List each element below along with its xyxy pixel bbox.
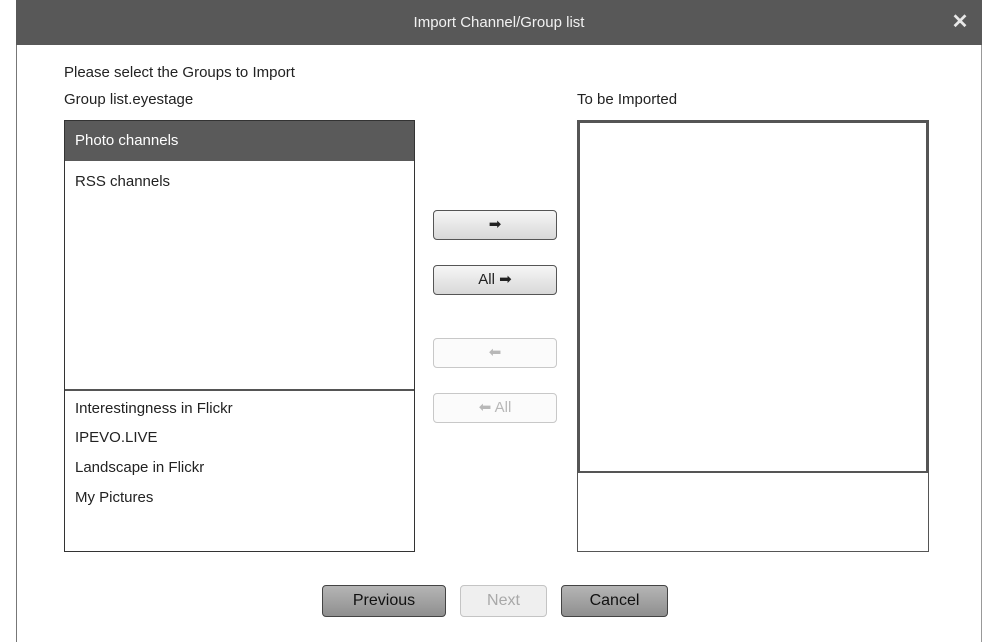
group-header-photo-channels[interactable]: Photo channels <box>65 121 414 161</box>
window-title: Import Channel/Group list <box>413 14 585 31</box>
import-target-upper-pane[interactable] <box>578 121 928 473</box>
list-item-rss-channels[interactable]: RSS channels <box>75 173 170 190</box>
target-list-label: To be Imported <box>577 91 678 108</box>
add-all-button[interactable]: All ➡ <box>433 265 557 295</box>
next-button[interactable]: Next <box>460 585 547 617</box>
instruction-text: Please select the Groups to Import <box>64 64 295 81</box>
list-item-landscape-in-flickr[interactable]: Landscape in Flickr <box>75 459 204 476</box>
previous-button[interactable]: Previous <box>322 585 446 617</box>
source-group-list[interactable]: Photo channels RSS channels Interestingn… <box>64 120 415 552</box>
remove-selected-button[interactable]: ⬅ <box>433 338 557 368</box>
title-bar: Import Channel/Group list ✕ <box>16 0 982 45</box>
import-target-list[interactable] <box>577 120 929 552</box>
cancel-button[interactable]: Cancel <box>561 585 668 617</box>
source-list-label: Group list.eyestage <box>64 91 194 108</box>
close-icon[interactable]: ✕ <box>942 0 978 45</box>
remove-all-button[interactable]: ⬅ All <box>433 393 557 423</box>
list-item-ipevo-live[interactable]: IPEVO.LIVE <box>75 429 158 446</box>
window-border-left <box>16 45 17 642</box>
add-selected-button[interactable]: ➡ <box>433 210 557 240</box>
list-item-my-pictures[interactable]: My Pictures <box>75 489 153 506</box>
list-item-interestingness-in-flickr[interactable]: Interestingness in Flickr <box>75 400 233 417</box>
list-divider <box>65 389 414 391</box>
